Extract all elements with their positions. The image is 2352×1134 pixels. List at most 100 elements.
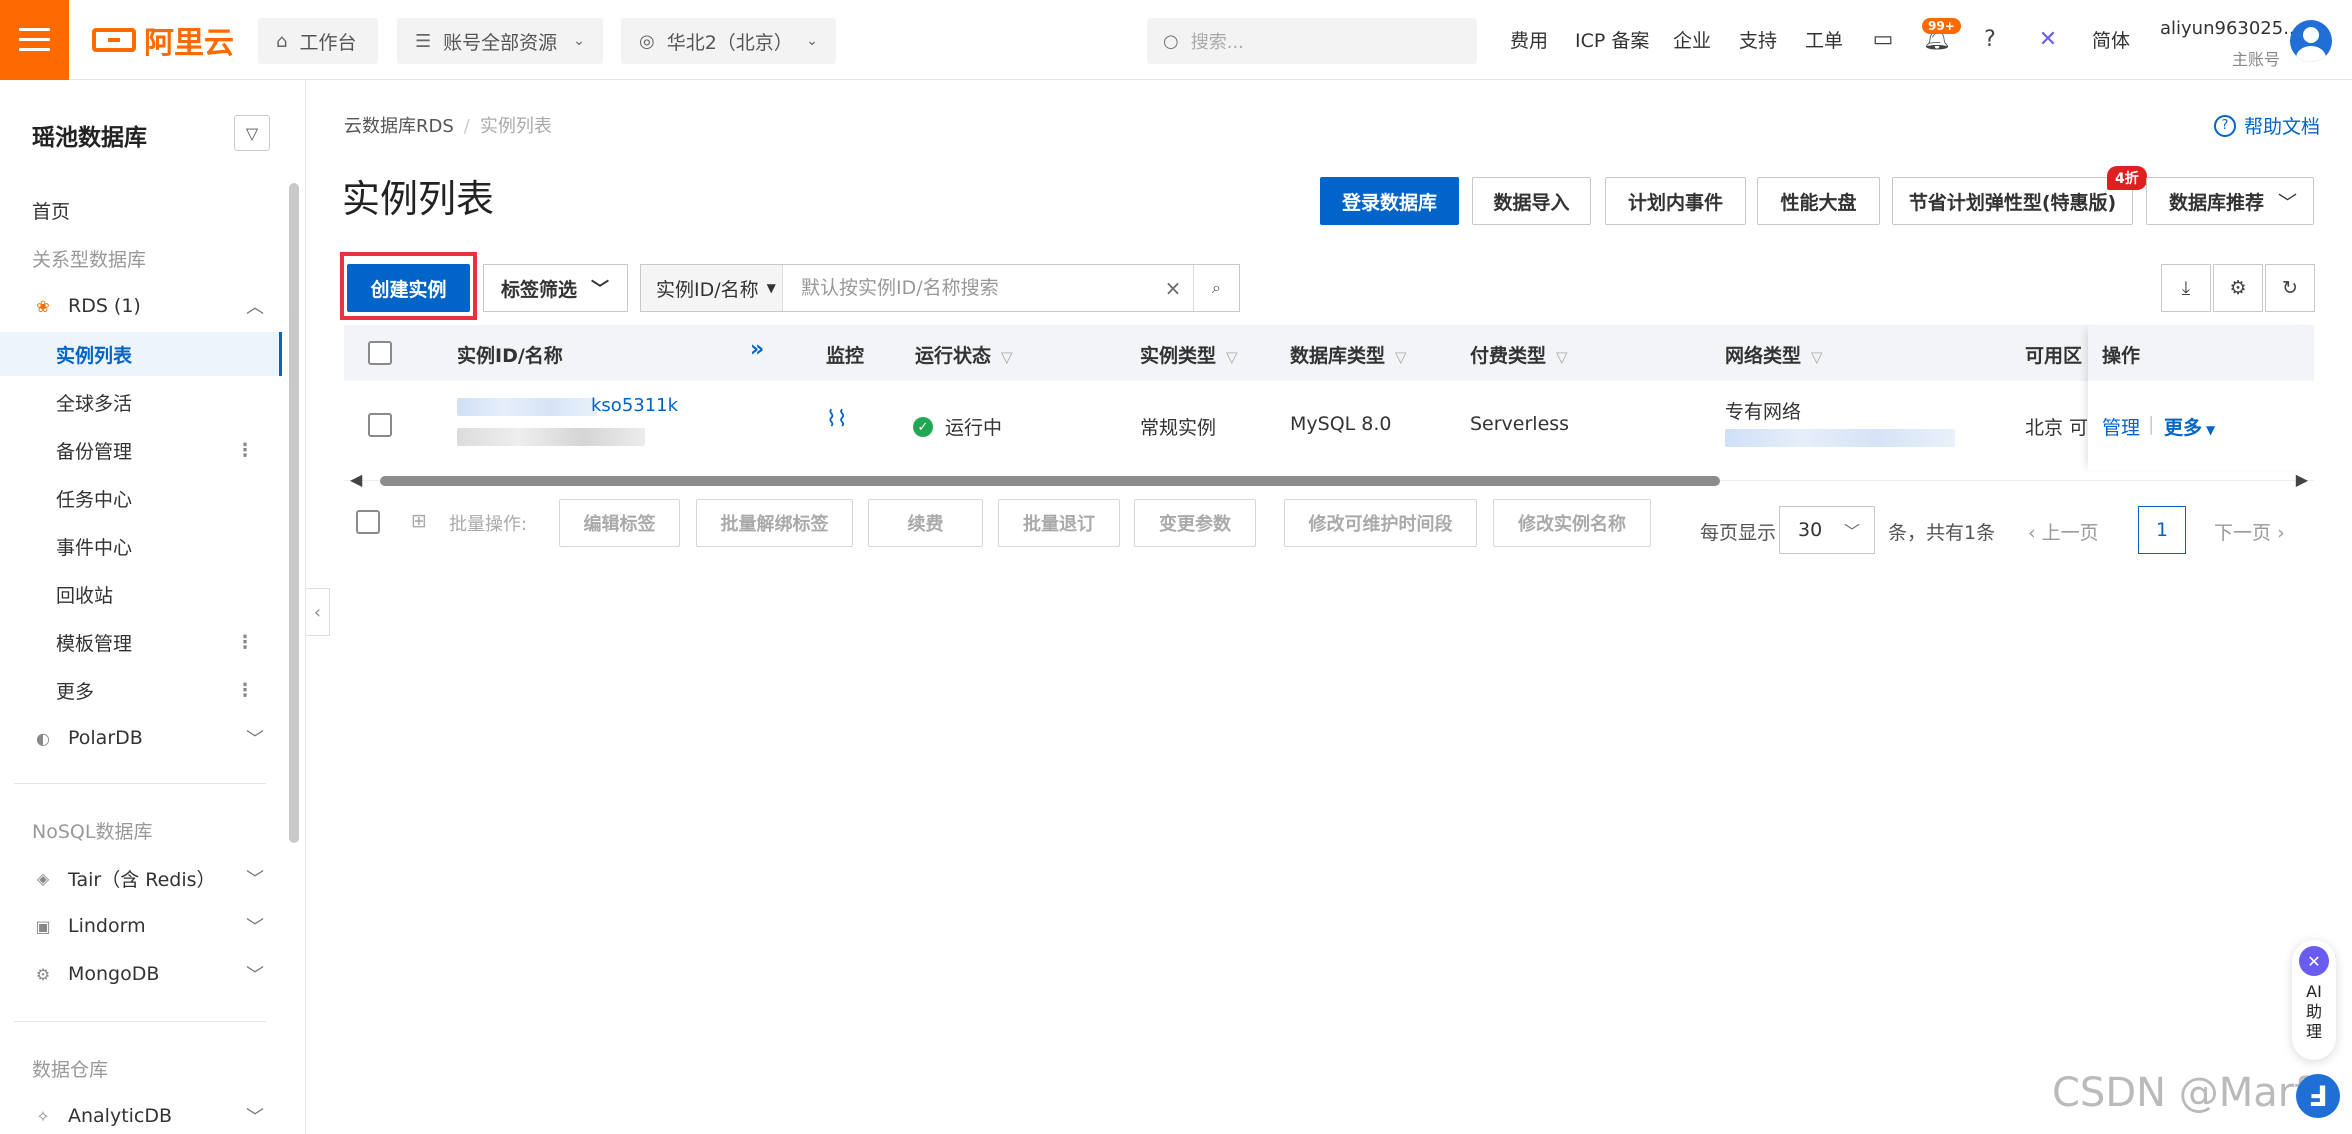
link-support[interactable]: 支持 (1739, 26, 1777, 53)
search-type-select[interactable]: 实例ID/名称 ▼ (641, 265, 783, 311)
menu-icon[interactable] (0, 0, 69, 80)
workbench-button[interactable]: ⌂ 工作台 (258, 18, 378, 64)
renew-button[interactable]: 续费 (868, 499, 983, 547)
more-vertical-icon[interactable]: ⋮ (236, 680, 254, 701)
refresh-icon[interactable]: ↻ (2265, 264, 2315, 312)
create-instance-button[interactable]: 创建实例 (347, 264, 470, 312)
search-icon[interactable]: ⌕ (1193, 265, 1239, 311)
scrollbar-thumb[interactable] (380, 476, 1720, 486)
resource-scope-dropdown[interactable]: ☰ 账号全部资源 ⌄ (397, 18, 603, 64)
row-checkbox[interactable] (368, 413, 392, 437)
collapse-sidebar-icon[interactable]: ‹ (306, 588, 330, 636)
sidebar-item-analyticdb[interactable]: ✧ AnalyticDB ﹀ (0, 1094, 282, 1134)
batch-unbind-tags-button[interactable]: 批量解绑标签 (696, 499, 853, 547)
caret-down-icon: ▼ (766, 281, 776, 295)
help-doc-link[interactable]: ? 帮助文档 (2214, 112, 2320, 139)
more-vertical-icon[interactable]: ⋮ (236, 440, 254, 461)
sidebar-item-event-center[interactable]: 事件中心 (0, 524, 282, 568)
workbench-label: 工作台 (299, 31, 357, 54)
aliyun-logo[interactable]: 阿里云 (92, 22, 234, 61)
db-recommend-dropdown[interactable]: 数据库推荐 ﹀ (2146, 177, 2314, 225)
edit-tags-button[interactable]: 编辑标签 (559, 499, 680, 547)
select-all-checkbox[interactable] (368, 341, 392, 365)
next-page-button[interactable]: 下一页 › (2214, 518, 2285, 545)
sidebar-item-instance-list[interactable]: 实例列表 (0, 332, 282, 376)
scroll-left-icon[interactable]: ◀ (350, 470, 362, 489)
expand-columns-icon[interactable]: » (750, 337, 764, 362)
tag-filter-dropdown[interactable]: 标签筛选 ﹀ (483, 264, 628, 312)
terminal-icon[interactable]: ▭ (1868, 24, 1898, 54)
savings-plan-button[interactable]: 节省计划弹性型(特惠版) (1892, 177, 2133, 225)
scroll-right-icon[interactable]: ▶ (2296, 470, 2308, 489)
monitor-chart-icon[interactable]: ⌇⌇ (826, 407, 847, 432)
link-ticket[interactable]: 工单 (1805, 26, 1843, 53)
breadcrumb-rds[interactable]: 云数据库RDS (344, 116, 454, 137)
data-import-button[interactable]: 数据导入 (1472, 177, 1591, 225)
modify-params-button[interactable]: 变更参数 (1134, 499, 1256, 547)
filter-icon[interactable]: ▽ (1395, 348, 1407, 366)
more-actions-dropdown[interactable]: 更多 ▼ (2164, 413, 2215, 440)
sidebar-group-nosql: NoSQL数据库 (0, 808, 282, 852)
prev-page-button[interactable]: ‹ 上一页 (2028, 518, 2099, 545)
sidebar-item-home[interactable]: 首页 (0, 188, 282, 232)
download-icon[interactable]: ⤓ (2161, 264, 2211, 312)
chevron-left-icon: ‹ (2028, 522, 2036, 544)
filter-icon[interactable]: ▽ (1811, 348, 1823, 366)
rds-icon: ❀ (36, 296, 50, 316)
ai-assistant-label: AI助理 (2305, 982, 2322, 1041)
batch-unsubscribe-button[interactable]: 批量退订 (998, 499, 1120, 547)
clear-icon[interactable]: × (1153, 265, 1193, 311)
sidebar-item-label: PolarDB (68, 727, 143, 749)
user-name[interactable]: aliyun963025... (2160, 18, 2300, 39)
link-icp[interactable]: ICP 备案 (1575, 26, 1649, 53)
sidebar-item-polardb[interactable]: ◐ PolarDB ﹀ (0, 716, 282, 760)
column-network-type-label: 网络类型 (1725, 345, 1802, 367)
link-billing[interactable]: 费用 (1510, 26, 1548, 53)
sidebar-scrollbar[interactable] (289, 183, 299, 843)
sidebar-item-global-active[interactable]: 全球多活 (0, 380, 282, 424)
per-page-select[interactable]: 30 ﹀ (1779, 506, 1875, 554)
filter-icon[interactable]: ▽ (1556, 348, 1568, 366)
lindorm-icon: ▣ (35, 916, 51, 936)
more-vertical-icon[interactable]: ⋮ (236, 632, 254, 653)
avatar[interactable] (2290, 20, 2332, 62)
manage-link[interactable]: 管理 (2102, 413, 2140, 440)
global-search-input[interactable]: ○ 搜索... (1147, 18, 1477, 64)
sidebar-item-backup[interactable]: 备份管理 ⋮ (0, 428, 282, 472)
modify-maintenance-window-button[interactable]: 修改可维护时间段 (1284, 499, 1477, 547)
language-switch[interactable]: 简体 (2092, 26, 2130, 53)
ai-assistant-float-button[interactable]: ✕ AI助理 (2292, 940, 2336, 1060)
instance-search-input[interactable] (783, 265, 1153, 311)
settings-gear-icon[interactable]: ⚙︎ (2213, 264, 2263, 312)
instance-id-link[interactable]: kso5311k (591, 395, 678, 416)
sidebar-item-more[interactable]: 更多 ⋮ (0, 668, 282, 712)
corner-user-badge[interactable]: Ⅎ (2296, 1074, 2340, 1118)
ai-assistant-icon[interactable]: ✕ (2033, 24, 2063, 54)
sidebar-item-tair[interactable]: ◈ Tair（含 Redis） ﹀ (0, 856, 282, 900)
sidebar-item-rds[interactable]: ❀ RDS (1) ︿ (0, 284, 282, 328)
sidebar-item-recycle-bin[interactable]: 回收站 (0, 572, 282, 616)
page-number-button[interactable]: 1 (2138, 506, 2186, 554)
sidebar-item-lindorm[interactable]: ▣ Lindorm ﹀ (0, 904, 282, 948)
login-database-button[interactable]: 登录数据库 (1320, 177, 1459, 225)
sidebar-item-task-center[interactable]: 任务中心 (0, 476, 282, 520)
prev-page-label: 上一页 (2041, 522, 2099, 544)
sidebar-item-mongodb[interactable]: ⚙︎ MongoDB ﹀ (0, 952, 282, 996)
chevron-down-icon: ﹀ (2277, 191, 2297, 214)
sidebar-item-template[interactable]: 模板管理 ⋮ (0, 620, 282, 664)
region-dropdown[interactable]: ◎ 华北2（北京） ⌄ (621, 18, 836, 64)
filter-icon[interactable]: ▽ (1226, 348, 1238, 366)
help-icon[interactable]: ? (1975, 24, 2005, 54)
chevron-down-icon: ⌄ (573, 33, 585, 49)
grid-icon: ⊞ (411, 510, 427, 532)
batch-select-checkbox[interactable] (356, 510, 380, 534)
rename-instance-button[interactable]: 修改实例名称 (1493, 499, 1651, 547)
performance-dashboard-button[interactable]: 性能大盘 (1757, 177, 1880, 225)
filter-icon[interactable]: ▽ (234, 115, 270, 151)
table-row: kso5311k ⌇⌇ ✓ 运行中 常规实例 MySQL 8.0 Serverl… (344, 381, 2314, 481)
planned-events-button[interactable]: 计划内事件 (1605, 177, 1746, 225)
horizontal-scrollbar[interactable]: ◀ ▶ (350, 470, 2308, 490)
user-role: 主账号 (2232, 50, 2281, 69)
filter-icon[interactable]: ▽ (1001, 348, 1013, 366)
link-enterprise[interactable]: 企业 (1673, 26, 1711, 53)
